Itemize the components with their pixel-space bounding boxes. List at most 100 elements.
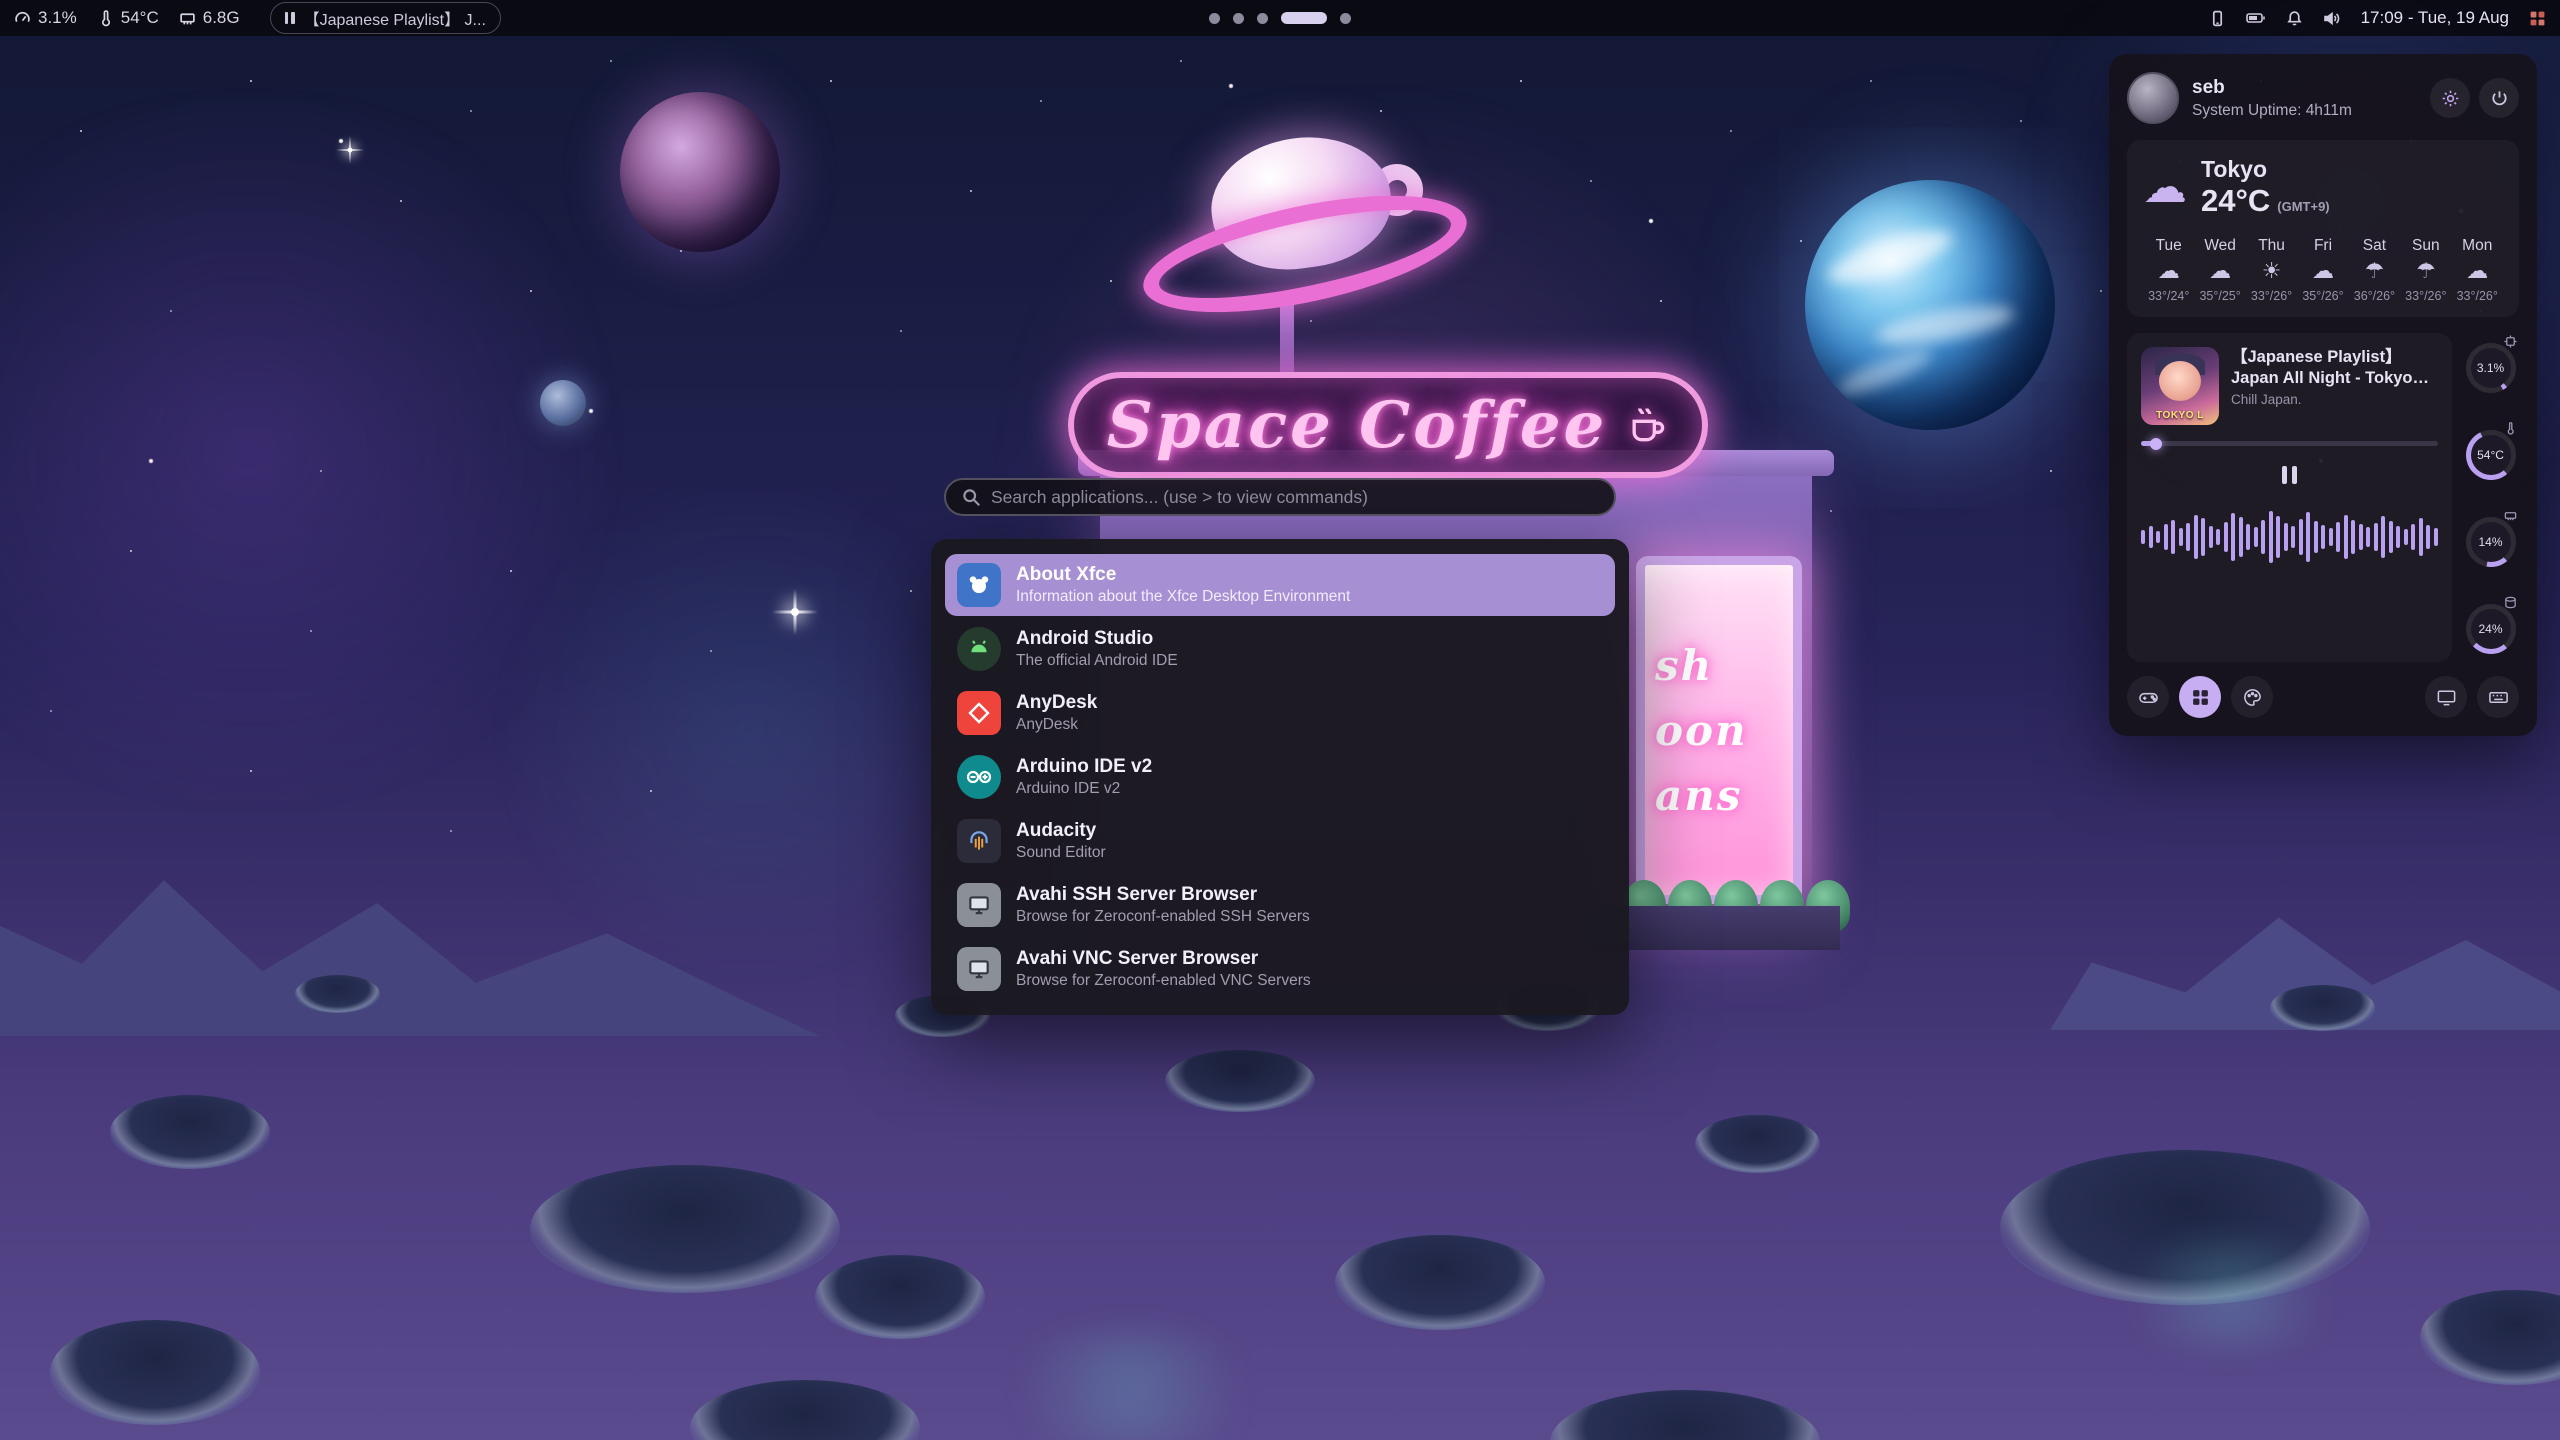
app-desc: Sound Editor — [1016, 844, 1106, 862]
app-launcher-list: About Xfce Information about the Xfce De… — [931, 539, 1629, 1015]
app-name: AnyDesk — [1016, 692, 1097, 714]
app-grid-icon[interactable] — [2529, 10, 2546, 27]
forecast-day: Sat ☂ 36°/26° — [2349, 237, 2400, 303]
neon-sign: Space Coffee — [1068, 372, 1708, 478]
power-icon — [2490, 89, 2509, 108]
purple-planet — [620, 92, 780, 252]
track-progress-bar[interactable] — [2141, 441, 2438, 446]
stat-disk: 24% — [2464, 596, 2520, 660]
neon-sign-text: Space Coffee — [1107, 388, 1608, 463]
window-neon-text: oon — [1655, 706, 1793, 755]
stat-memory: 14% — [2464, 509, 2520, 573]
window-neon-text: sh — [1655, 641, 1793, 690]
speedometer-icon — [14, 10, 31, 27]
user-avatar[interactable] — [2127, 72, 2179, 124]
forecast-day: Mon ☁ 33°/26° — [2452, 237, 2503, 303]
app-desc: The official Android IDE — [1016, 652, 1178, 670]
small-moon — [540, 380, 586, 426]
battery-icon[interactable] — [2246, 11, 2266, 25]
gamepad-button[interactable] — [2127, 676, 2169, 718]
temperature-indicator[interactable]: 54°C — [97, 8, 159, 28]
workspace-dot[interactable] — [1340, 13, 1351, 24]
keyboard-button[interactable] — [2477, 676, 2519, 718]
ram-icon — [179, 10, 196, 27]
shop-window: sh oon ans — [1636, 556, 1802, 904]
app-desc: Arduino IDE v2 — [1016, 780, 1152, 798]
app-name: Audacity — [1016, 820, 1106, 842]
stat-value: 54°C — [2477, 448, 2504, 462]
workspace-dot[interactable] — [1233, 13, 1244, 24]
app-row-android-studio[interactable]: Android Studio The official Android IDE — [945, 618, 1615, 680]
weather-forecast: Tue ☁ 33°/24° Wed ☁ 35°/25° Thu ☀ 33°/26… — [2143, 237, 2503, 303]
app-name: About Xfce — [1016, 564, 1350, 586]
apps-grid-icon — [2191, 688, 2210, 707]
app-row-anydesk[interactable]: AnyDesk AnyDesk — [945, 682, 1615, 744]
progress-knob[interactable] — [2150, 438, 2162, 450]
crater — [1165, 1050, 1315, 1112]
thermometer-icon — [97, 10, 114, 27]
palette-button[interactable] — [2231, 676, 2273, 718]
keyboard-icon — [2488, 687, 2509, 708]
panel-quick-buttons — [2127, 676, 2519, 718]
now-playing-title: 【Japanese Playlist】 J... — [304, 6, 486, 30]
cpu-usage-indicator[interactable]: 3.1% — [14, 8, 77, 28]
app-row-avahi-vnc[interactable]: Avahi VNC Server Browser Browse for Zero… — [945, 938, 1615, 1000]
app-name: Avahi VNC Server Browser — [1016, 948, 1311, 970]
temperature-value: 54°C — [121, 8, 159, 28]
arduino-icon — [957, 755, 1001, 799]
forecast-icon: ☁ — [2158, 261, 2180, 283]
username: seb — [2192, 77, 2352, 99]
screen-icon — [2436, 687, 2457, 708]
volume-icon[interactable] — [2323, 10, 2341, 27]
clock[interactable]: 17:09 - Tue, 19 Aug — [2361, 8, 2509, 28]
stat-value: 3.1% — [2477, 361, 2504, 375]
now-playing-pill[interactable]: 【Japanese Playlist】 J... — [270, 2, 501, 34]
memory-indicator[interactable]: 6.8G — [179, 8, 240, 28]
phone-icon[interactable] — [2209, 10, 2226, 27]
app-row-audacity[interactable]: Audacity Sound Editor — [945, 810, 1615, 872]
app-row-avahi-ssh[interactable]: Avahi SSH Server Browser Browse for Zero… — [945, 874, 1615, 936]
thermometer-icon — [2504, 422, 2517, 435]
app-row-arduino[interactable]: Arduino IDE v2 Arduino IDE v2 — [945, 746, 1615, 808]
forecast-day: Fri ☁ 35°/26° — [2297, 237, 2348, 303]
disk-icon — [2504, 596, 2517, 609]
forecast-icon: ☁ — [2209, 261, 2231, 283]
settings-button[interactable] — [2430, 78, 2470, 118]
weather-temp: 24°C — [2201, 183, 2270, 219]
stat-value: 14% — [2478, 535, 2502, 549]
workspace-dot-active[interactable] — [1281, 12, 1327, 24]
gear-icon — [2441, 89, 2460, 108]
waveform — [2141, 500, 2438, 574]
workspace-dot[interactable] — [1257, 13, 1268, 24]
workspace-dot[interactable] — [1209, 13, 1220, 24]
pause-button[interactable] — [2276, 460, 2303, 490]
app-name: Arduino IDE v2 — [1016, 756, 1152, 778]
app-desc: Information about the Xfce Desktop Envir… — [1016, 588, 1350, 606]
power-button[interactable] — [2479, 78, 2519, 118]
crater — [110, 1095, 270, 1169]
system-uptime: System Uptime: 4h11m — [2192, 102, 2352, 120]
crater — [295, 975, 380, 1013]
android-studio-icon — [957, 627, 1001, 671]
crater — [50, 1320, 260, 1425]
apps-button[interactable] — [2179, 676, 2221, 718]
palette-icon — [2242, 687, 2263, 708]
side-panel: seb System Uptime: 4h11m ☁ Tokyo — [2109, 54, 2537, 736]
app-row-about-xfce[interactable]: About Xfce Information about the Xfce De… — [945, 554, 1615, 616]
notification-bell-icon[interactable] — [2286, 10, 2303, 27]
workspace-indicator[interactable] — [1209, 12, 1351, 24]
crater — [1335, 1235, 1545, 1330]
screen-record-button[interactable] — [2425, 676, 2467, 718]
crater — [2270, 985, 2375, 1031]
crater — [530, 1165, 840, 1293]
launcher-search[interactable] — [944, 478, 1616, 516]
search-input[interactable] — [991, 487, 1598, 508]
sign-post — [1280, 300, 1294, 376]
cpu-icon — [2504, 335, 2517, 348]
audacity-icon — [957, 819, 1001, 863]
weather-widget[interactable]: ☁ Tokyo 24°C (GMT+9) Tue ☁ 33°/24° Wed ☁… — [2127, 140, 2519, 317]
ground-glow — [980, 1330, 1280, 1440]
stat-temperature: 54°C — [2464, 422, 2520, 486]
album-art[interactable]: TOKYO L — [2141, 347, 2219, 425]
top-bar: 3.1% 54°C 6.8G 【Japanese Playlist】 J... — [0, 0, 2560, 36]
